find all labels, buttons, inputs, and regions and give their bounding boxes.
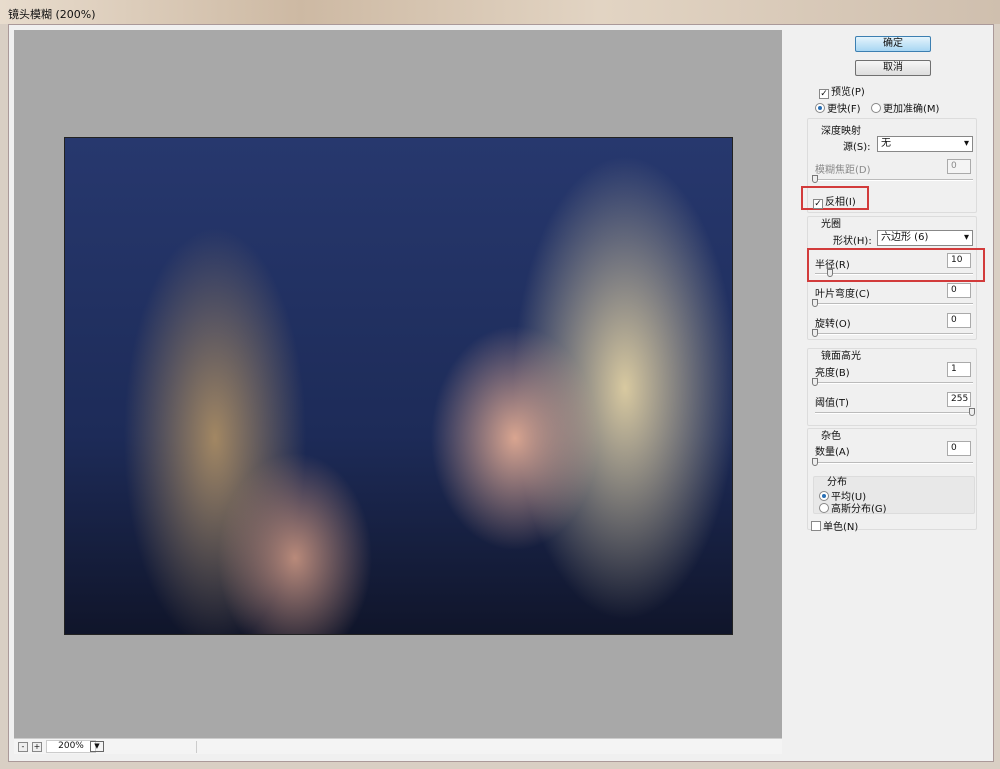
- radio-icon: [871, 103, 881, 113]
- depth-map-title: 深度映射: [821, 126, 861, 137]
- gaussian-label: 高斯分布(G): [831, 504, 887, 515]
- more-accurate-radio[interactable]: 更加准确(M): [871, 100, 939, 115]
- source-label: 源(S):: [843, 142, 871, 153]
- slider-thumb[interactable]: [969, 408, 975, 416]
- blur-focal-label: 模糊焦距(D): [815, 165, 871, 176]
- slider-thumb[interactable]: [812, 378, 818, 386]
- blur-focal-input[interactable]: 0: [947, 159, 971, 174]
- slider-thumb[interactable]: [827, 269, 833, 277]
- faster-radio[interactable]: 更快(F): [815, 100, 861, 115]
- brightness-input[interactable]: 1: [947, 362, 971, 377]
- window-title: 镜头模糊 (200%): [8, 8, 96, 21]
- source-select[interactable]: 无: [877, 136, 973, 152]
- radio-icon: [819, 503, 829, 513]
- zoom-dropdown-icon[interactable]: ▼: [90, 741, 104, 752]
- slider-thumb[interactable]: [812, 458, 818, 466]
- zoom-in-button[interactable]: +: [32, 742, 42, 752]
- amount-input[interactable]: 0: [947, 441, 971, 456]
- zoom-level[interactable]: 200%: [46, 740, 96, 753]
- blur-focal-slider[interactable]: [812, 175, 973, 183]
- specular-title: 镜面高光: [821, 351, 861, 362]
- slider-thumb[interactable]: [812, 299, 818, 307]
- check-icon: ✓: [819, 89, 829, 99]
- rotation-label: 旋转(O): [815, 319, 851, 330]
- title-bar: [0, 0, 1000, 24]
- more-accurate-label: 更加准确(M): [883, 104, 940, 115]
- noise-title: 杂色: [821, 431, 841, 442]
- check-icon: ✓: [813, 199, 823, 209]
- shape-select[interactable]: 六边形 (6): [877, 230, 973, 246]
- rotation-input[interactable]: 0: [947, 313, 971, 328]
- settings-panel: 确定 取消 ✓ 预览(P) 更快(F) 更加准确(M) 深度映射 源(S): 无 …: [795, 30, 985, 738]
- slider-thumb[interactable]: [812, 329, 818, 337]
- preview-label: 预览(P): [831, 87, 865, 98]
- monochromatic-label: 单色(N): [823, 522, 859, 533]
- amount-label: 数量(A): [815, 447, 850, 458]
- rotation-slider[interactable]: [812, 329, 973, 337]
- brightness-slider[interactable]: [812, 378, 973, 386]
- ok-button[interactable]: 确定: [855, 36, 931, 52]
- radius-input[interactable]: 10: [947, 253, 971, 268]
- blade-curvature-slider[interactable]: [812, 299, 973, 307]
- threshold-slider[interactable]: [815, 408, 975, 416]
- invert-label: 反相(I): [825, 197, 856, 208]
- blade-curvature-label: 叶片弯度(C): [815, 289, 870, 300]
- zoom-out-button[interactable]: -: [18, 742, 28, 752]
- horizontal-scrollbar[interactable]: [196, 741, 782, 753]
- iris-title: 光圈: [821, 219, 841, 230]
- radius-slider[interactable]: [815, 269, 973, 277]
- distribution-title: 分布: [827, 477, 847, 488]
- preview-image: [64, 137, 733, 635]
- shape-label: 形状(H):: [833, 236, 872, 247]
- threshold-input[interactable]: 255: [947, 392, 971, 407]
- radio-icon: [815, 103, 825, 113]
- slider-thumb[interactable]: [812, 175, 818, 183]
- threshold-label: 阈值(T): [815, 398, 849, 409]
- gaussian-radio[interactable]: 高斯分布(G): [819, 500, 887, 515]
- monochromatic-checkbox[interactable]: 单色(N): [811, 518, 858, 533]
- amount-slider[interactable]: [812, 458, 973, 466]
- checkbox-icon: [811, 521, 821, 531]
- blade-curvature-input[interactable]: 0: [947, 283, 971, 298]
- invert-checkbox[interactable]: ✓ 反相(I): [813, 193, 856, 209]
- preview-checkbox[interactable]: ✓ 预览(P): [819, 83, 865, 99]
- faster-label: 更快(F): [827, 104, 861, 115]
- status-bar: - + 200% ▼: [14, 738, 782, 754]
- brightness-label: 亮度(B): [815, 368, 850, 379]
- cancel-button[interactable]: 取消: [855, 60, 931, 76]
